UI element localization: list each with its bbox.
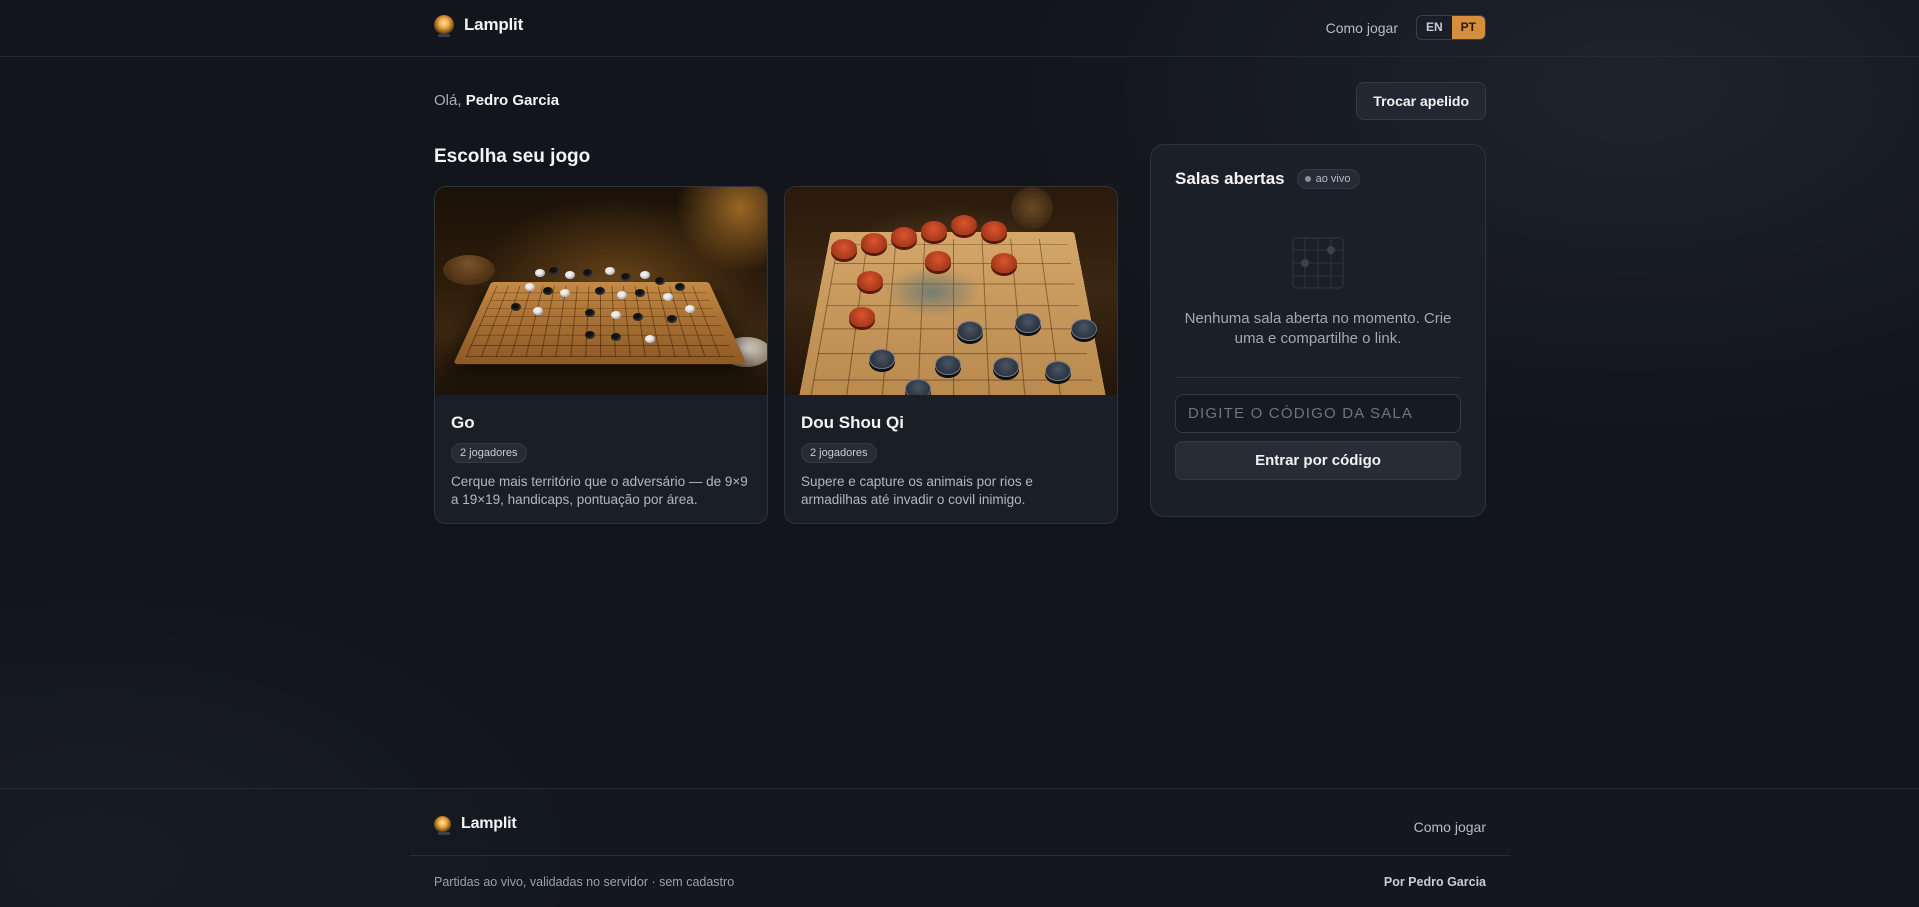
join-by-code-button[interactable]: Entrar por código <box>1175 441 1461 480</box>
game-title: Dou Shou Qi <box>801 413 904 432</box>
footer-divider <box>410 855 1510 856</box>
footer-author: Por Pedro Garcia <box>1383 875 1486 889</box>
footer-brand-name: Lamplit <box>461 815 517 832</box>
divider <box>1175 377 1461 378</box>
players-badge: 2 jogadores <box>451 443 527 463</box>
lamp-logo-icon <box>434 815 451 835</box>
rooms-title: Salas abertas <box>1175 169 1285 188</box>
game-card-dou-shou-qi[interactable]: Dou Shou Qi 2 jogadores Supere e capture… <box>784 186 1118 524</box>
game-card-go[interactable]: Go 2 jogadores Cerque mais território qu… <box>434 186 768 524</box>
players-badge: 2 jogadores <box>801 443 877 463</box>
open-rooms-panel: Salas abertas ao vivo Nenhuma sala abert… <box>1150 144 1486 517</box>
footer-brand[interactable]: Lamplit <box>434 815 517 835</box>
live-badge-label: ao vivo <box>1315 173 1351 185</box>
main-content: Olá, Pedro Garcia Trocar apelido Escolha… <box>434 0 1486 788</box>
dou-shou-qi-board-image <box>785 187 1117 395</box>
user-name: Pedro Garcia <box>465 92 560 109</box>
live-dot-icon <box>1304 176 1311 182</box>
live-badge: ao vivo <box>1296 169 1360 189</box>
footer-tagline: Partidas ao vivo, validadas no servidor … <box>434 875 735 889</box>
change-nickname-button[interactable]: Trocar apelido <box>1356 82 1486 120</box>
game-description: Cerque mais território que o adversário … <box>451 474 748 507</box>
greeting-prefix: Olá, <box>434 92 462 109</box>
game-description: Supere e capture os animais por rios e a… <box>801 474 1033 507</box>
section-title: Escolha seu jogo <box>434 146 591 167</box>
game-title: Go <box>451 413 475 432</box>
footer: Lamplit Como jogar Partidas ao vivo, val… <box>0 788 1919 907</box>
go-board-image <box>435 187 767 395</box>
empty-board-icon <box>1292 237 1344 289</box>
room-code-input[interactable] <box>1175 394 1461 433</box>
footer-how-to-play-link[interactable]: Como jogar <box>1414 819 1486 835</box>
greeting: Olá, Pedro Garcia <box>434 92 559 109</box>
empty-rooms-message: Nenhuma sala aberta no momento. Crie uma… <box>1184 310 1452 347</box>
